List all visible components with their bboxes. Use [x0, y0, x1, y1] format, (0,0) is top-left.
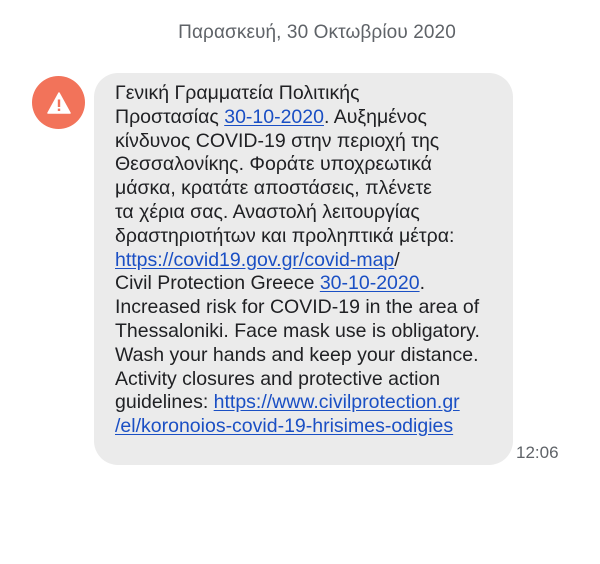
message-line: Προστασίας 30-10-2020. Αυξημένος	[115, 106, 513, 130]
message-line: /el/koronoios-covid-19-hrisimes-odigies	[115, 415, 513, 439]
message-line: Wash your hands and keep your distance.	[115, 343, 479, 366]
date-link[interactable]: 30-10-2020	[224, 106, 324, 128]
message-line: κίνδυνος COVID-19 στην περιοχή της	[115, 129, 440, 152]
message-line: Thessaloniki. Face mask use is obligator…	[115, 319, 480, 342]
message-line: https://covid19.gov.gr/covid-map/	[115, 249, 513, 273]
message-text-segment: Civil Protection Greece	[115, 272, 320, 295]
civil-protection-link[interactable]: /el/koronoios-covid-19-hrisimes-odigies	[115, 415, 453, 437]
message-text: Γενική Γραμματεία Πολιτικής Προστασίας 3…	[115, 82, 513, 439]
message-line: δραστηριοτήτων και προληπτικά μέτρα:	[115, 224, 455, 247]
message-line: Γενική Γραμματεία Πολιτικής	[115, 82, 360, 104]
message-line: Activity closures and protective action	[115, 367, 441, 390]
message-line: μάσκα, κρατάτε αποστάσεις, πλένετε	[115, 177, 432, 200]
sender-avatar[interactable]	[32, 76, 85, 129]
message-text-segment: . Αυξημένος	[323, 105, 427, 128]
message-text-segment: /	[394, 248, 400, 271]
message-timestamp: 12:06	[516, 443, 559, 462]
covid-map-link[interactable]: https://covid19.gov.gr/covid-map	[115, 249, 394, 271]
date-header: Παρασκευή, 30 Οκτωβρίου 2020	[178, 22, 456, 43]
message-text-segment: .	[419, 272, 425, 295]
message-line: Increased risk for COVID-19 in the area …	[115, 296, 480, 319]
message-line: guidelines: https://www.civilprotection.…	[115, 391, 513, 415]
message-line: Civil Protection Greece 30-10-2020.	[115, 272, 513, 296]
message-line: τα χέρια σας. Αναστολή λειτουργίας	[115, 200, 420, 223]
message-text-segment: Προστασίας	[115, 105, 225, 128]
warning-icon	[46, 91, 71, 114]
message-line: Θεσσαλονίκης. Φοράτε υποχρεωτικά	[115, 153, 432, 176]
message-bubble[interactable]: Γενική Γραμματεία Πολιτικής Προστασίας 3…	[94, 73, 513, 465]
date-link[interactable]: 30-10-2020	[320, 272, 420, 294]
message-text-segment: guidelines:	[115, 391, 214, 414]
civil-protection-link[interactable]: https://www.civilprotection.gr	[214, 391, 460, 413]
